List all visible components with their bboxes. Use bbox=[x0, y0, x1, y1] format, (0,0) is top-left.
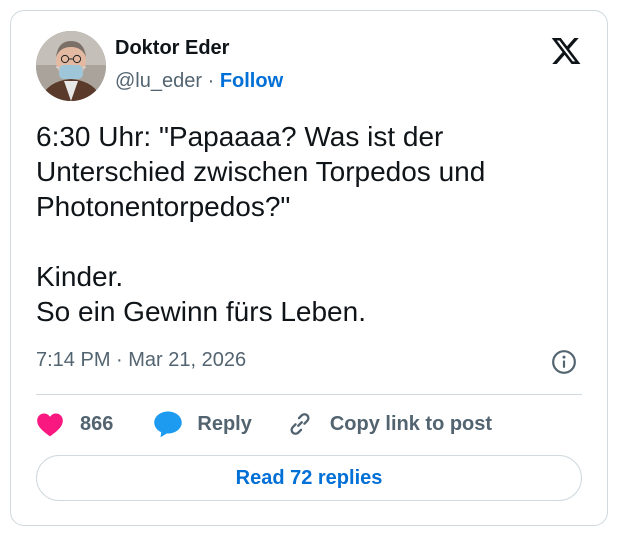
copy-link-label: Copy link to post bbox=[329, 412, 493, 435]
like-count: 866 bbox=[80, 412, 114, 435]
heart-icon bbox=[37, 413, 63, 437]
avatar[interactable] bbox=[36, 31, 106, 101]
author-name[interactable]: Doktor Eder bbox=[115, 37, 229, 60]
avatar-image bbox=[36, 31, 106, 101]
tweet-card: Doktor Eder @lu_eder · Follow 6:30 Uhr: … bbox=[10, 10, 608, 526]
tweet-line: So ein Gewinn fürs Leben. bbox=[36, 296, 366, 327]
like-button[interactable]: 866 bbox=[36, 411, 113, 437]
author-handle[interactable]: @lu_eder bbox=[115, 70, 202, 92]
action-bar: 866 Reply Copy link to post bbox=[36, 406, 492, 442]
speech-bubble-icon bbox=[154, 411, 183, 438]
author-handle-line: @lu_eder · Follow bbox=[115, 70, 283, 93]
tweet-text: 6:30 Uhr: "Papaaaa? Was ist der Untersch… bbox=[36, 119, 576, 329]
reply-label: Reply bbox=[197, 412, 252, 435]
tweet-line: Unterschied zwischen Torpedos und bbox=[36, 156, 486, 187]
divider bbox=[36, 394, 582, 395]
x-logo-icon[interactable] bbox=[550, 35, 582, 67]
reply-button[interactable]: Reply bbox=[153, 410, 252, 438]
read-replies-button[interactable]: Read 72 replies bbox=[36, 455, 582, 501]
handle-separator: · bbox=[202, 70, 220, 92]
link-icon bbox=[290, 413, 310, 435]
info-icon[interactable] bbox=[551, 349, 577, 375]
copy-link-button[interactable]: Copy link to post bbox=[286, 410, 492, 438]
tweet-line: 6:30 Uhr: "Papaaaa? Was ist der bbox=[36, 121, 444, 152]
tweet-line: Kinder. bbox=[36, 261, 124, 292]
tweet-line: Photonentorpedos?" bbox=[36, 191, 291, 222]
tweet-timestamp[interactable]: 7:14 PM · Mar 21, 2026 bbox=[36, 349, 246, 372]
tweet-line bbox=[36, 224, 576, 259]
follow-button[interactable]: Follow bbox=[220, 70, 283, 92]
